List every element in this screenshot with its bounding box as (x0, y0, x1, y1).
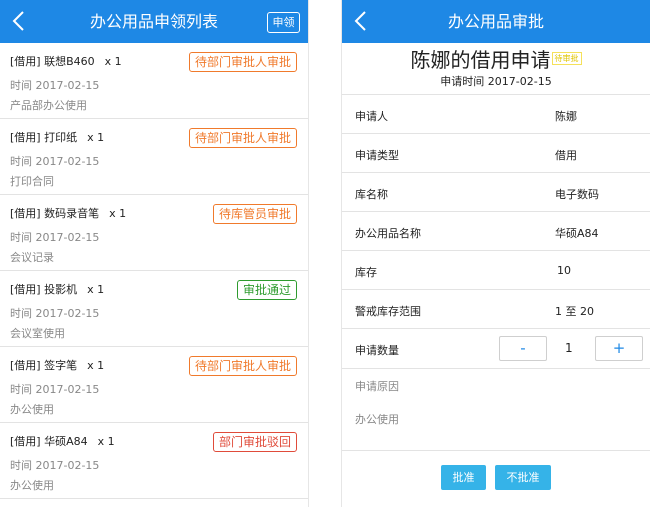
item-qty: x 1 (97, 435, 115, 448)
list-item[interactable]: [借用] 数码录音笔 x 1 时间 2017-02-15 会议记录 待库管员审批 (0, 195, 308, 271)
item-qty: x 1 (87, 359, 105, 372)
status-badge: 部门审批驳回 (212, 432, 297, 452)
apply-button[interactable]: 申领 (267, 12, 300, 33)
detail-fields: 申请人 陈娜 申请类型 借用 库名称 电子数码 办公用品名称 华硕A84 库存 … (342, 94, 650, 369)
item-qty: x 1 (109, 207, 127, 220)
item-time: 时间 2017-02-15 (10, 307, 100, 320)
application-list-screen: 办公用品申领列表 申领 [借用] 联想B460 x 1 时间 2017-02-15… (0, 0, 309, 507)
item-name: [借用] 华硕A84 (10, 435, 88, 448)
list-item[interactable]: [借用] 投影机 x 1 时间 2017-02-15 会议室使用 审批通过 (0, 271, 308, 347)
item-time: 时间 2017-02-15 (10, 459, 100, 472)
item-time: 时间 2017-02-15 (10, 231, 100, 244)
item-qty: x 1 (104, 55, 122, 68)
list-item[interactable]: [借用] 华硕A84 x 1 时间 2017-02-15 办公使用 部门审批驳回 (0, 423, 308, 499)
status-badge: 待部门审批人审批 (188, 52, 297, 72)
field-row-type: 申请类型 借用 (342, 134, 650, 173)
field-row-quantity: 申请数量 - 1 + (342, 329, 650, 369)
divider (342, 450, 650, 451)
status-badge: 审批通过 (236, 280, 297, 300)
field-row-applicant: 申请人 陈娜 (342, 95, 650, 134)
status-tag: 待审批 (551, 52, 582, 65)
field-label: 库名称 (355, 188, 388, 201)
page-title: 办公用品申领列表 (89, 12, 218, 31)
reject-button[interactable]: 不批准 (495, 465, 551, 490)
approve-button[interactable]: 批准 (441, 465, 486, 490)
reason-label: 申请原因 (355, 380, 399, 393)
field-row-stock: 库存 10 (342, 251, 650, 290)
item-note: 产品部办公使用 (10, 99, 87, 112)
application-list: [借用] 联想B460 x 1 时间 2017-02-15 产品部办公使用 待部门… (0, 43, 308, 499)
item-note: 会议室使用 (10, 327, 65, 340)
field-label: 申请数量 (355, 344, 399, 357)
field-value: 1 至 20 (555, 305, 594, 318)
item-name: [借用] 签字笔 (10, 359, 78, 372)
item-time: 时间 2017-02-15 (10, 155, 100, 168)
item-note: 会议记录 (10, 251, 54, 264)
field-row-warehouse: 库名称 电子数码 (342, 173, 650, 212)
page-title: 办公用品审批 (447, 12, 544, 31)
field-label: 申请人 (355, 110, 388, 123)
item-note: 打印合同 (10, 175, 54, 188)
detail-navbar: 办公用品审批 (342, 0, 650, 43)
status-badge: 待库管员审批 (212, 204, 297, 224)
approval-detail-screen: 办公用品审批 陈娜的借用申请 待审批 申请时间 2017-02-15 申请人 陈娜… (341, 0, 650, 507)
item-qty: x 1 (87, 283, 105, 296)
field-row-supply-name: 办公用品名称 华硕A84 (342, 212, 650, 251)
item-time: 时间 2017-02-15 (10, 79, 100, 92)
field-label: 库存 (355, 266, 377, 279)
item-note: 办公使用 (10, 479, 54, 492)
list-navbar: 办公用品申领列表 申领 (0, 0, 308, 43)
item-name: [借用] 联想B460 (10, 55, 95, 68)
application-header: 陈娜的借用申请 待审批 申请时间 2017-02-15 (342, 43, 650, 94)
application-title: 陈娜的借用申请 (410, 48, 551, 72)
list-item[interactable]: [借用] 签字笔 x 1 时间 2017-02-15 办公使用 待部门审批人审批 (0, 347, 308, 423)
field-value: 借用 (555, 149, 577, 162)
status-badge: 待部门审批人审批 (188, 356, 297, 376)
field-value: 陈娜 (555, 110, 577, 123)
reason-text: 办公使用 (355, 413, 399, 426)
field-value: 电子数码 (555, 188, 599, 201)
field-label: 申请类型 (355, 149, 399, 162)
quantity-value: 1 (565, 341, 573, 355)
item-name: [借用] 投影机 (10, 283, 78, 296)
increment-button[interactable]: + (595, 336, 643, 361)
item-name: [借用] 打印纸 (10, 131, 78, 144)
field-label: 办公用品名称 (355, 227, 421, 240)
list-item[interactable]: [借用] 打印纸 x 1 时间 2017-02-15 打印合同 待部门审批人审批 (0, 119, 308, 195)
item-qty: x 1 (87, 131, 105, 144)
item-note: 办公使用 (10, 403, 54, 416)
item-name: [借用] 数码录音笔 (10, 207, 100, 220)
list-item[interactable]: [借用] 联想B460 x 1 时间 2017-02-15 产品部办公使用 待部门… (0, 43, 308, 119)
application-time: 申请时间 2017-02-15 (440, 75, 552, 88)
field-value: 10 (557, 264, 571, 277)
field-label: 警戒库存范围 (355, 305, 421, 318)
item-time: 时间 2017-02-15 (10, 383, 100, 396)
decrement-button[interactable]: - (499, 336, 547, 361)
field-value: 华硕A84 (555, 227, 599, 240)
status-badge: 待部门审批人审批 (188, 128, 297, 148)
field-row-alert-range: 警戒库存范围 1 至 20 (342, 290, 650, 329)
